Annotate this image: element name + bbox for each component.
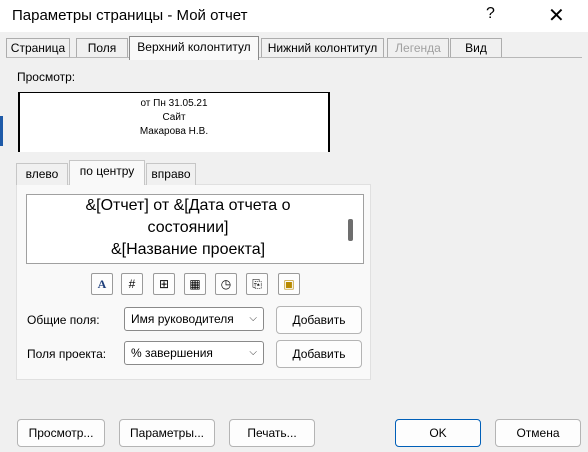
insert-date-icon[interactable]: ▦ — [184, 273, 206, 295]
editor-line: состоянии] — [147, 219, 229, 236]
tab-align-right[interactable]: вправо — [146, 163, 196, 185]
total-pages-icon[interactable]: ⊞ — [153, 273, 175, 295]
tab-header[interactable]: Верхний колонтитул — [129, 36, 259, 60]
window-title: Параметры страницы - Мой отчет — [12, 7, 248, 24]
project-fields-value: % завершения — [131, 346, 213, 360]
project-fields-select[interactable]: % завершения ⌵ — [124, 341, 264, 365]
editor-line: &[Отчет] от &[Дата отчета о — [85, 197, 291, 214]
preview-line: Макарова Н.В. — [139, 126, 209, 137]
tab-page[interactable]: Страница — [6, 38, 70, 58]
print-button[interactable]: Печать... — [229, 419, 315, 447]
add-project-field-button[interactable]: Добавить — [276, 340, 362, 368]
general-fields-value: Имя руководителя — [131, 312, 234, 326]
insert-file-name-icon[interactable]: ⎘ — [246, 273, 268, 295]
tab-legend: Легенда — [387, 38, 449, 58]
editor-line: &[Название проекта] — [110, 241, 266, 258]
chevron-down-icon: ⌵ — [249, 313, 257, 324]
general-fields-label: Общие поля: — [27, 313, 100, 327]
tab-divider — [6, 57, 582, 58]
header-text-editor[interactable]: &[Отчет] от &[Дата отчета о состоянии] &… — [26, 194, 364, 264]
tab-footer[interactable]: Нижний колонтитул — [261, 38, 384, 58]
options-button[interactable]: Параметры... — [119, 419, 215, 447]
preview-label: Просмотр: — [17, 70, 76, 84]
general-fields-select[interactable]: Имя руководителя ⌵ — [124, 307, 264, 331]
tab-margins[interactable]: Поля — [76, 38, 128, 58]
insert-time-icon[interactable]: ◷ — [215, 273, 237, 295]
chevron-down-icon: ⌵ — [249, 347, 257, 358]
project-fields-label: Поля проекта: — [27, 347, 107, 361]
insert-picture-icon[interactable]: ▣ — [278, 273, 300, 295]
print-preview-button[interactable]: Просмотр... — [17, 419, 105, 447]
add-general-field-button[interactable]: Добавить — [276, 306, 362, 334]
background-window-edge — [0, 116, 3, 146]
font-icon[interactable]: A — [91, 273, 113, 295]
tab-align-left[interactable]: влево — [16, 163, 68, 185]
help-icon[interactable]: ? — [486, 5, 495, 23]
page-number-icon[interactable]: # — [121, 273, 143, 295]
ok-button[interactable]: OK — [395, 419, 481, 447]
editor-scrollbar-thumb[interactable] — [348, 219, 353, 241]
preview-line: Сайт — [162, 112, 186, 123]
cancel-button[interactable]: Отмена — [495, 419, 581, 447]
preview-line: от Пн 31.05.21 — [140, 98, 208, 109]
close-icon[interactable]: ✕ — [548, 3, 565, 28]
title-bar: Параметры страницы - Мой отчет ? ✕ — [0, 0, 588, 32]
preview-box: от Пн 31.05.21 Сайт Макарова Н.В. — [18, 92, 330, 152]
tab-align-center[interactable]: по центру — [69, 160, 145, 185]
tab-view[interactable]: Вид — [450, 38, 502, 58]
